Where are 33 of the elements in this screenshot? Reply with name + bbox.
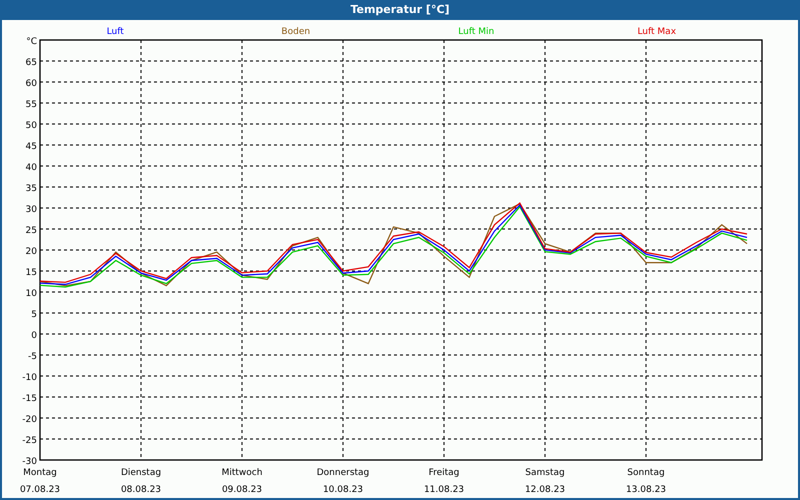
y-axis-label: 65 [26, 58, 37, 68]
y-axis-label: 30 [26, 205, 37, 215]
y-axis-label: 5 [31, 310, 37, 320]
y-axis-label: 40 [26, 163, 37, 173]
y-axis-label: 50 [26, 121, 37, 131]
x-axis-label: Montag 07.08.23 [20, 468, 60, 495]
y-axis-label: -30 [22, 457, 37, 467]
x-axis-label: Sonntag 13.08.23 [626, 468, 666, 495]
legend-label: Luft [106, 27, 124, 37]
y-axis-label: 45 [26, 142, 37, 152]
y-axis-label: 10 [26, 289, 37, 299]
y-axis-label: -15 [22, 394, 37, 404]
y-axis-label: 15 [26, 268, 37, 278]
y-axis-label: -10 [22, 373, 37, 383]
y-axis-label: -5 [28, 352, 37, 362]
y-axis-label: 20 [26, 247, 37, 257]
x-axis-label: Dienstag 08.08.23 [120, 468, 162, 495]
legend-label: Boden [281, 27, 310, 37]
y-axis-label: -20 [22, 415, 37, 425]
y-axis-label: 35 [26, 184, 37, 194]
y-axis-label: 25 [26, 226, 37, 236]
x-axis-label: Mittwoch 09.08.23 [222, 468, 262, 495]
x-axis-label: Freitag 11.08.23 [424, 468, 464, 495]
x-axis-label: Samstag 12.08.23 [524, 468, 566, 495]
legend-label: Luft Min [458, 27, 494, 37]
legend-label: Luft Max [637, 27, 676, 37]
x-axis-label: Donnerstag 10.08.23 [316, 468, 370, 495]
y-axis-label: -25 [22, 436, 37, 446]
y-axis-label: °C [26, 37, 37, 47]
y-axis-label: 0 [31, 331, 37, 341]
y-axis-label: 55 [26, 100, 37, 110]
window-title: Temperatur [°C] [349, 2, 451, 18]
y-axis-label: 60 [26, 79, 37, 89]
